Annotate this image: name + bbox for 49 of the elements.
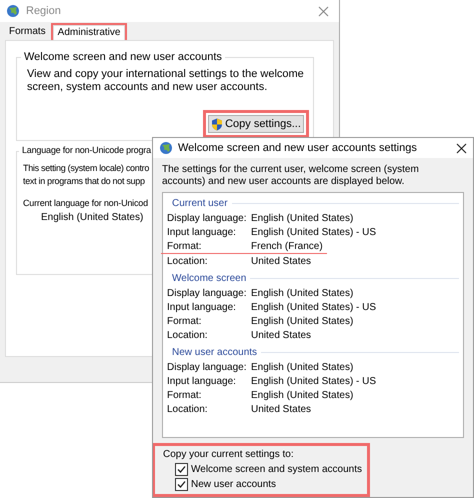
setting-value: English (United States) (251, 316, 354, 326)
group-title: Welcome screen and new user accounts (21, 51, 225, 63)
checkbox[interactable] (175, 478, 188, 491)
tab[interactable]: Formats (4, 24, 51, 40)
setting-value: United States (251, 330, 312, 340)
checkbox[interactable] (175, 463, 188, 476)
description-text: The settings for the current user, welcome screen (system accounts) and new user accounts are displayed below. (162, 164, 420, 188)
setting-label: Display language: (167, 288, 248, 298)
setting-label: Location: (167, 256, 209, 266)
setting-value: United States (251, 256, 312, 266)
setting-label: Format: (167, 240, 202, 252)
setting-value: English (United States) (251, 362, 354, 372)
current-language-label: Current language for non-Unicod (23, 198, 148, 208)
close-icon[interactable] (456, 142, 467, 154)
shield-icon (211, 118, 224, 130)
setting-value: English (United States) (251, 288, 354, 298)
setting-value: English (United States) - US (251, 302, 376, 312)
setting-value: English (United States) - US (251, 376, 376, 386)
setting-label: Input language: (167, 302, 237, 312)
setting-label: Location: (167, 404, 209, 414)
setting-value: English (United States) - US (251, 226, 376, 238)
setting-label: Format: (167, 316, 202, 326)
setting-label: Display language: (167, 362, 248, 372)
dialog-title: Welcome screen and new user accounts settings (178, 142, 417, 154)
current-language-value: English (United States) (41, 212, 144, 223)
section-title: Current user (172, 198, 228, 208)
globe-icon (159, 141, 173, 155)
description-text: View and copy your international settings to the welcome screen, system accounts and new user accounts. (27, 68, 305, 94)
section-title: Welcome screen (172, 272, 246, 284)
description-text: This setting (system locale) contro (23, 162, 150, 175)
setting-value: English (United States) (251, 212, 354, 224)
setting-label: Format: (167, 390, 202, 400)
window-title: Region (26, 5, 61, 17)
group-title: Language for non-Unicode progra (19, 145, 154, 155)
section-title: New user accounts (172, 346, 258, 358)
setting-label: Input language: (167, 376, 237, 386)
tab[interactable]: Administrative (52, 25, 126, 40)
setting-value: United States (251, 404, 312, 414)
setting-label: Display language: (167, 212, 248, 224)
description-text: text in programs that do not supp (23, 175, 145, 188)
checkbox-label: Welcome screen and system accounts (191, 464, 362, 475)
copy-label: Copy your current settings to: (163, 449, 295, 460)
setting-value: French (France) (251, 240, 323, 252)
setting-value: English (United States) (251, 390, 354, 400)
setting-label: Input language: (167, 226, 237, 238)
checkbox-label: New user accounts (191, 479, 276, 490)
globe-icon (6, 4, 20, 18)
copy-settings-button[interactable]: Copy settings... (208, 115, 304, 133)
setting-label: Location: (167, 330, 209, 340)
